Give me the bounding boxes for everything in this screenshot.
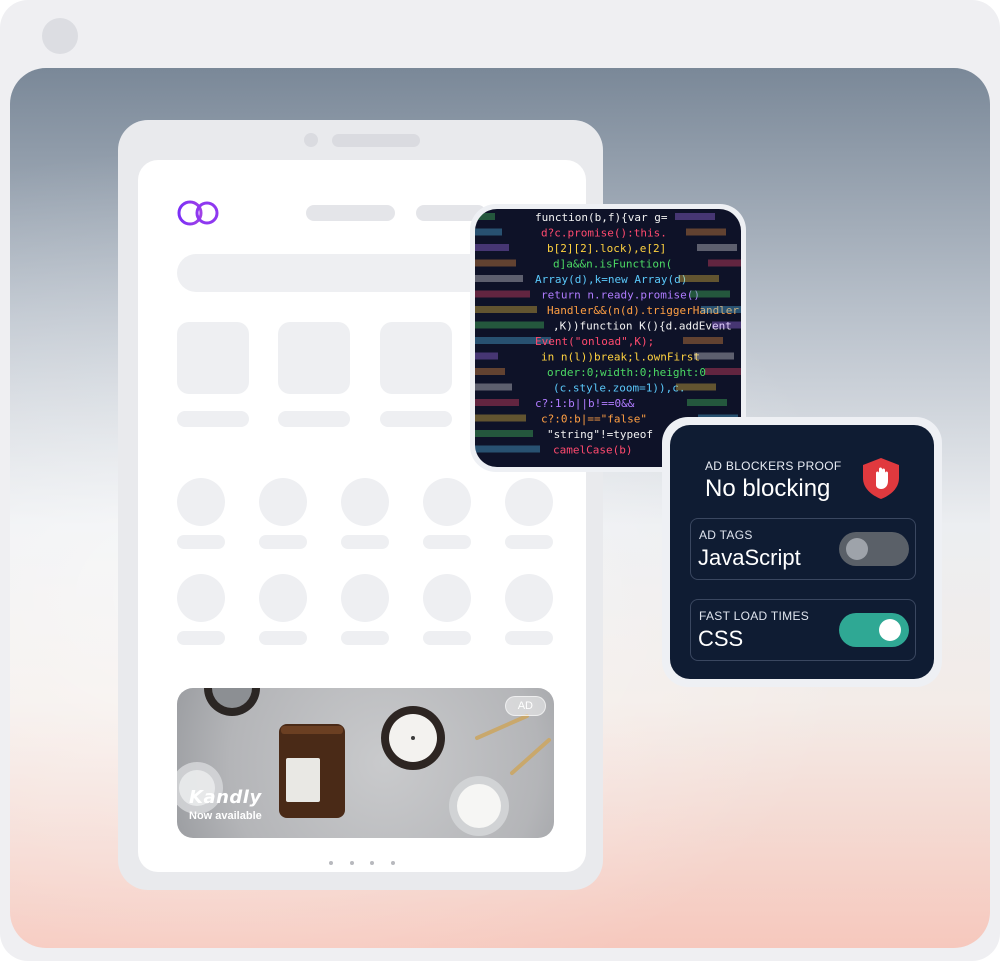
row-value: JavaScript [698,545,801,570]
panel-title: No blocking [705,475,831,502]
category-label-placeholder [177,411,249,427]
panel-kicker: AD BLOCKERS PROOF [705,459,842,473]
code-line: order:0;width:0;height:0 [547,366,706,379]
tablet-camera [304,133,318,147]
code-line: d?c.promise():this. [541,227,667,240]
code-line: Event("onload",K); [535,335,654,348]
carousel-dot[interactable] [329,861,334,865]
code-blur-block [475,383,512,391]
code-blur-block [676,383,716,391]
code-line: c?:1:b||b!==0&& [535,397,635,410]
shield-hand-icon [863,458,899,499]
code-blur-block [475,213,495,220]
code-blur-block [686,228,726,236]
avatar-label-placeholder [341,535,389,549]
ad-blocker-card: AD BLOCKERS PROOF No blocking AD TAGS Ja… [662,417,942,687]
code-blur-block [690,290,730,298]
code-blur-block [475,321,544,329]
toggle-knob [879,619,901,641]
avatar-placeholder[interactable] [259,478,307,526]
carousel-dot[interactable] [370,861,375,865]
code-blur-block [701,306,741,313]
code-line: d]a&&n.isFunction( [553,258,672,271]
css-toggle[interactable] [839,613,909,647]
category-tile-placeholder[interactable] [380,322,452,394]
toggle-knob [846,538,868,560]
ad-blocker-panel: AD BLOCKERS PROOF No blocking AD TAGS Ja… [670,425,934,679]
avatar-label-placeholder [177,631,225,645]
code-blur-block [679,275,719,282]
code-blur-block [475,259,516,267]
tablet-speaker [332,134,420,147]
code-line: c?:0:b|=="false" [541,413,647,426]
code-line: Array(d),k=new Array(d) [535,273,687,286]
code-blur-block [475,306,537,313]
avatar-placeholder[interactable] [505,574,553,622]
avatar-label-placeholder [341,631,389,645]
ad-subtitle: Now available [189,810,262,822]
avatar-placeholder[interactable] [505,478,553,526]
category-tile-placeholder[interactable] [177,322,249,394]
avatar-label-placeholder [505,631,553,645]
category-tile-placeholder[interactable] [278,322,350,394]
carousel-dot[interactable] [349,861,354,865]
code-blur-block [694,352,734,360]
code-line: return n.ready.promise() [541,289,700,302]
code-blur-block [705,368,741,375]
category-label-placeholder [380,411,452,427]
code-line: "string"!=typeof [547,428,653,441]
avatar-placeholder[interactable] [177,574,225,622]
nav-placeholder[interactable] [306,205,395,221]
row-value: CSS [698,626,744,651]
code-blur-block [475,275,523,282]
avatar-placeholder[interactable] [341,574,389,622]
search-placeholder[interactable] [177,254,517,292]
carousel-dots [138,852,586,870]
code-blur-block [475,290,530,298]
row-kicker: AD TAGS [699,528,753,542]
code-blur-block [712,321,741,329]
code-blur-block [683,337,723,344]
ad-tags-row: AD TAGS JavaScript [690,518,916,580]
brand-logo-icon[interactable] [177,198,223,228]
avatar-placeholder[interactable] [259,574,307,622]
avatar-placeholder[interactable] [423,478,471,526]
avatar-label-placeholder [505,535,553,549]
row-kicker: FAST LOAD TIMES [699,609,810,623]
code-line: ,K))function K(){d.addEvent [553,320,732,333]
code-line: b[2][2].lock),e[2] [547,242,666,255]
window-dot [42,18,78,54]
code-line: (c.style.zoom=1)),c. [553,382,685,395]
code-blur-block [475,399,519,406]
fast-load-row: FAST LOAD TIMES CSS [690,599,916,661]
code-blur-block [675,213,715,220]
avatar-label-placeholder [259,631,307,645]
ad-badge: AD [504,696,546,716]
code-blur-block [475,414,526,422]
code-line: in n(l))break;l.ownFirst [541,351,700,364]
code-blur-block [697,244,737,251]
code-line: camelCase(b) [553,444,632,457]
avatar-label-placeholder [259,535,307,549]
code-blur-block [475,352,498,360]
avatar-label-placeholder [423,535,471,549]
category-label-placeholder [278,411,350,427]
code-blur-block [475,244,509,251]
avatar-label-placeholder [423,631,471,645]
code-blur-block [475,368,505,375]
code-blur-block [475,430,533,437]
ad-banner[interactable]: AD Kandly Now available [177,688,554,838]
avatar-placeholder[interactable] [423,574,471,622]
code-blur-block [708,259,741,267]
avatar-placeholder[interactable] [177,478,225,526]
code-line: function(b,f){var g= [535,211,668,224]
carousel-dot[interactable] [390,861,395,865]
avatar-label-placeholder [177,535,225,549]
ad-brand-name: Kandly [189,787,262,808]
javascript-toggle[interactable] [839,532,909,566]
avatar-placeholder[interactable] [341,478,389,526]
code-blur-block [687,399,727,406]
code-blur-block [475,445,540,453]
code-blur-block [475,228,502,236]
